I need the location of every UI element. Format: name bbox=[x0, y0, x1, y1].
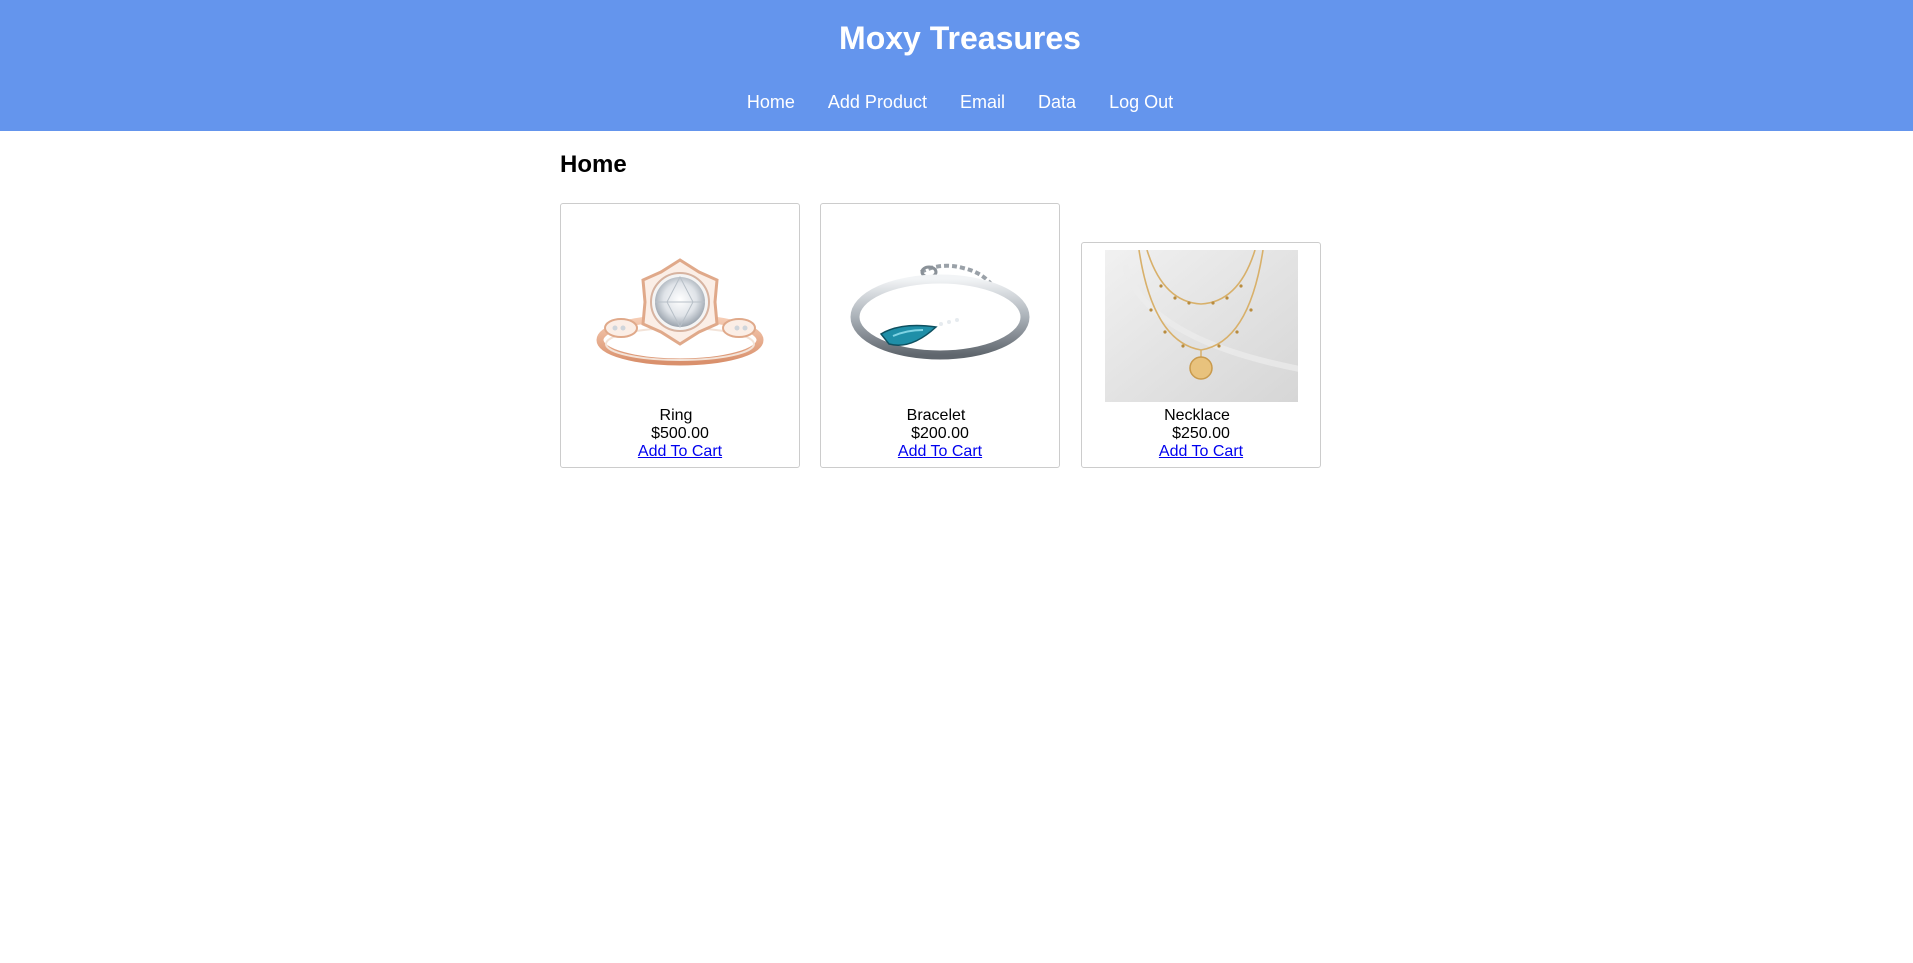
product-name: Bracelet bbox=[906, 407, 966, 424]
product-card-bracelet: Bracelet $200.00 Add To Cart bbox=[820, 203, 1060, 468]
nav-email[interactable]: Email bbox=[960, 92, 1005, 112]
product-card-necklace: Necklace $250.00 Add To Cart bbox=[1081, 242, 1321, 468]
nav-home[interactable]: Home bbox=[747, 92, 795, 112]
page-title: Home bbox=[560, 151, 627, 178]
product-name: Ring bbox=[659, 407, 693, 424]
nav-add-product[interactable]: Add Product bbox=[828, 92, 927, 112]
site-title: Moxy Treasures bbox=[839, 20, 1081, 56]
nav-data[interactable]: Data bbox=[1038, 92, 1076, 112]
product-price: $500.00 bbox=[651, 425, 709, 442]
add-to-cart-link[interactable]: Add To Cart bbox=[638, 443, 722, 460]
site-header: Moxy Treasures Home Add Product Email Da… bbox=[0, 0, 1913, 131]
product-info: Necklace $250.00 Add To Cart bbox=[1082, 407, 1320, 461]
main-nav: Home Add Product Email Data Log Out bbox=[0, 90, 1913, 114]
bracelet-image bbox=[850, 263, 1030, 360]
necklace-image bbox=[1105, 250, 1298, 402]
add-to-cart-link[interactable]: Add To Cart bbox=[898, 443, 982, 460]
product-card-ring: Ring $500.00 Add To Cart bbox=[560, 203, 800, 468]
product-name: Necklace bbox=[1164, 407, 1230, 424]
ring-image bbox=[596, 258, 764, 366]
product-price: $250.00 bbox=[1172, 425, 1230, 442]
product-price: $200.00 bbox=[911, 425, 969, 442]
nav-log-out[interactable]: Log Out bbox=[1109, 92, 1173, 112]
product-info: Bracelet $200.00 Add To Cart bbox=[821, 407, 1059, 461]
add-to-cart-link[interactable]: Add To Cart bbox=[1159, 443, 1243, 460]
product-info: Ring $500.00 Add To Cart bbox=[561, 407, 799, 461]
